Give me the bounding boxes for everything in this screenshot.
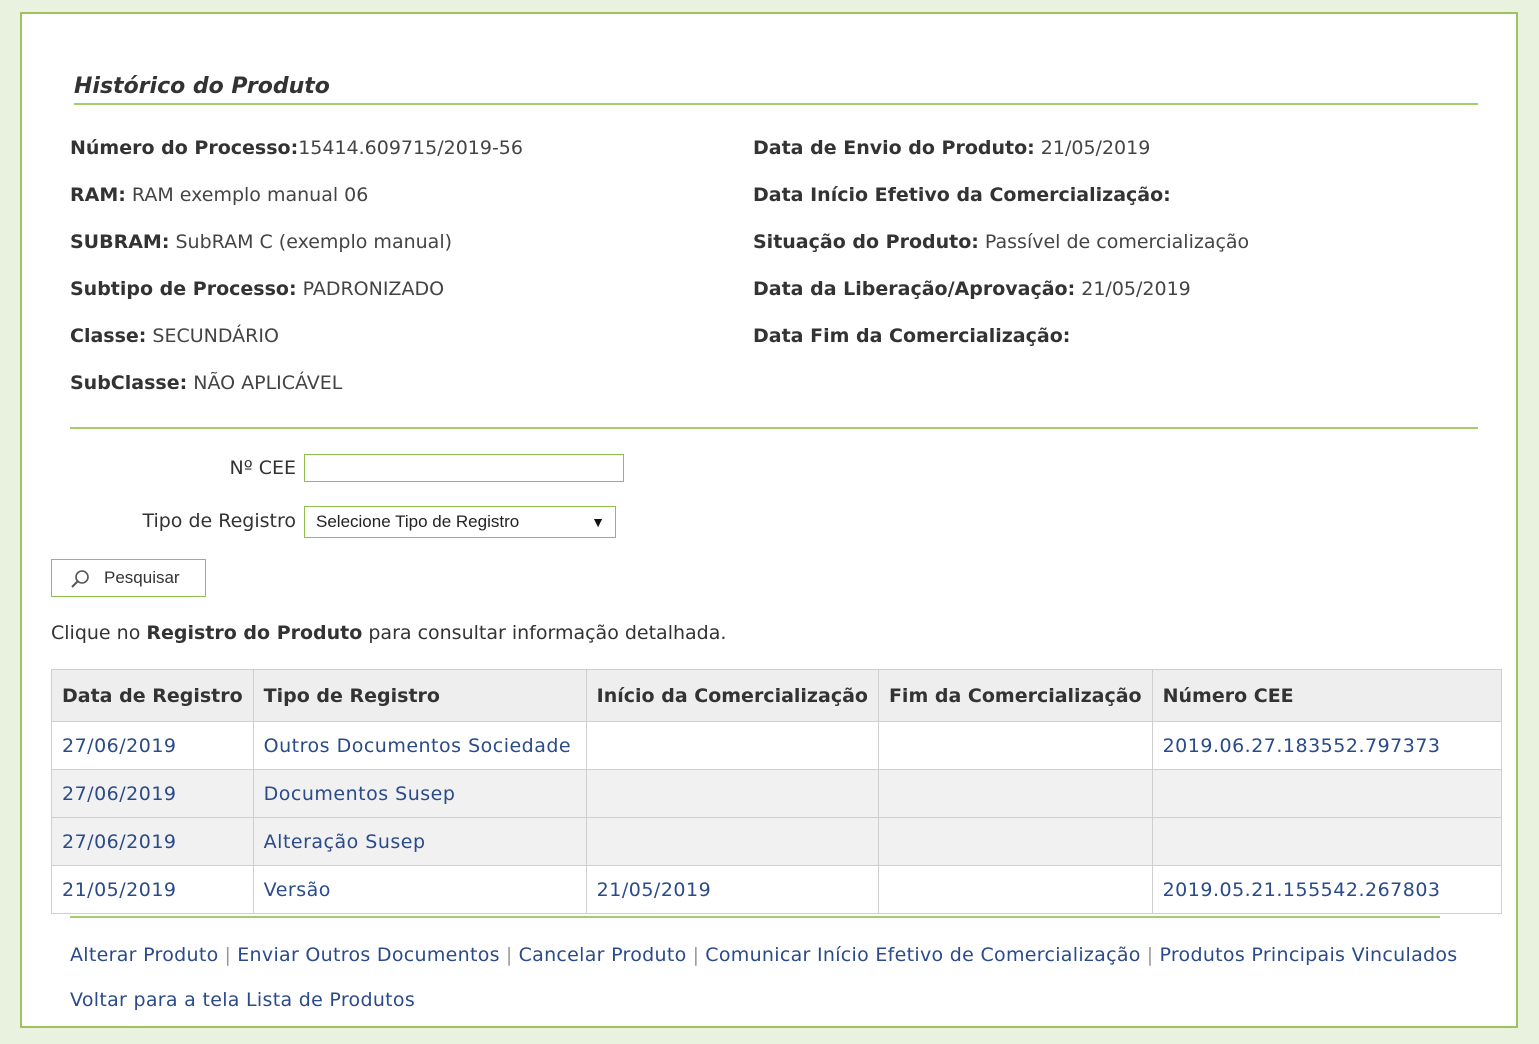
cell-data-registro[interactable]: 27/06/2019 xyxy=(51,817,254,866)
cell-data-registro[interactable]: 27/06/2019 xyxy=(51,721,254,770)
cell-inicio-comercializacao xyxy=(585,721,879,770)
produtos-principais-vinculados-link[interactable]: Produtos Principais Vinculados xyxy=(1159,944,1457,966)
cell-numero-cee xyxy=(1151,769,1502,818)
cell-numero-cee xyxy=(1151,817,1502,866)
search-button[interactable]: Pesquisar xyxy=(51,559,206,597)
link-separator: | xyxy=(692,944,700,966)
dropdown-arrow-icon: ▼ xyxy=(591,514,605,530)
cell-fim-comercializacao xyxy=(877,769,1153,818)
table-row[interactable]: 21/05/2019 Versão 21/05/2019 2019.05.21.… xyxy=(51,865,1502,914)
info-subram: SUBRAM: SubRAM C (exemplo manual) xyxy=(70,231,453,253)
table-divider xyxy=(70,916,1440,918)
header-inicio-comercializacao[interactable]: Início da Comercialização xyxy=(585,669,879,722)
history-table: Data de Registro Tipo de Registro Início… xyxy=(51,669,1502,914)
info-classe: Classe: SECUNDÁRIO xyxy=(70,325,279,347)
cell-fim-comercializacao xyxy=(877,817,1153,866)
cell-numero-cee[interactable]: 2019.06.27.183552.797373 xyxy=(1151,721,1502,770)
section-divider xyxy=(70,427,1478,429)
hint-text: Clique no Registro do Produto para consu… xyxy=(51,622,727,644)
cell-tipo-registro[interactable]: Alteração Susep xyxy=(252,817,587,866)
cell-data-registro[interactable]: 21/05/2019 xyxy=(51,865,254,914)
cell-inicio-comercializacao xyxy=(585,769,879,818)
cee-input[interactable] xyxy=(304,454,624,482)
info-numero-processo: Número do Processo:15414.609715/2019-56 xyxy=(70,137,523,159)
alterar-produto-link[interactable]: Alterar Produto xyxy=(70,944,219,966)
magnifier-icon xyxy=(71,570,89,588)
section-title: Histórico do Produto xyxy=(74,74,1478,105)
tipo-registro-select[interactable]: Selecione Tipo de Registro ▼ xyxy=(304,506,616,538)
enviar-outros-documentos-link[interactable]: Enviar Outros Documentos xyxy=(237,944,500,966)
search-button-label: Pesquisar xyxy=(104,568,180,587)
tipo-registro-selected: Selecione Tipo de Registro xyxy=(316,512,520,531)
cancelar-produto-link[interactable]: Cancelar Produto xyxy=(519,944,687,966)
cell-numero-cee[interactable]: 2019.05.21.155542.267803 xyxy=(1151,865,1502,914)
cell-tipo-registro[interactable]: Outros Documentos Sociedade xyxy=(252,721,587,770)
cee-label: Nº CEE xyxy=(229,457,296,479)
link-separator: | xyxy=(505,944,513,966)
comunicar-inicio-comercializacao-link[interactable]: Comunicar Início Efetivo de Comercializa… xyxy=(705,944,1140,966)
table-row[interactable]: 27/06/2019 Documentos Susep xyxy=(51,769,1502,818)
info-data-inicio-comercializacao: Data Início Efetivo da Comercialização: xyxy=(753,184,1171,206)
link-separator: | xyxy=(224,944,232,966)
cell-fim-comercializacao xyxy=(877,865,1153,914)
info-data-liberacao: Data da Liberação/Aprovação: 21/05/2019 xyxy=(753,278,1191,300)
cell-inicio-comercializacao[interactable]: 21/05/2019 xyxy=(585,865,879,914)
table-row[interactable]: 27/06/2019 Alteração Susep xyxy=(51,817,1502,866)
info-subclasse: SubClasse: NÃO APLICÁVEL xyxy=(70,372,343,394)
cell-data-registro[interactable]: 27/06/2019 xyxy=(51,769,254,818)
cell-inicio-comercializacao xyxy=(585,817,879,866)
content-panel: Histórico do Produto Número do Processo:… xyxy=(20,12,1518,1028)
link-separator: | xyxy=(1146,944,1154,966)
table-row[interactable]: 27/06/2019 Outros Documentos Sociedade 2… xyxy=(51,721,1502,770)
header-data-registro[interactable]: Data de Registro xyxy=(51,669,254,722)
cell-tipo-registro[interactable]: Documentos Susep xyxy=(252,769,587,818)
cell-tipo-registro[interactable]: Versão xyxy=(252,865,587,914)
info-subtipo-processo: Subtipo de Processo: PADRONIZADO xyxy=(70,278,445,300)
action-links: Alterar Produto | Enviar Outros Documentos… xyxy=(70,944,1458,966)
info-left-column: Número do Processo:15414.609715/2019-56 … xyxy=(70,136,523,418)
header-fim-comercializacao[interactable]: Fim da Comercialização xyxy=(877,669,1153,722)
header-tipo-registro[interactable]: Tipo de Registro xyxy=(252,669,587,722)
info-situacao-produto: Situação do Produto: Passível de comerci… xyxy=(753,231,1250,253)
tipo-registro-label: Tipo de Registro xyxy=(142,510,296,532)
page-background: Histórico do Produto Número do Processo:… xyxy=(0,0,1539,1044)
header-numero-cee[interactable]: Número CEE xyxy=(1151,669,1502,722)
info-data-envio: Data de Envio do Produto: 21/05/2019 xyxy=(753,137,1151,159)
info-right-column: Data de Envio do Produto: 21/05/2019 Dat… xyxy=(753,136,1249,371)
cell-fim-comercializacao xyxy=(877,721,1153,770)
voltar-lista-produtos-link[interactable]: Voltar para a tela Lista de Produtos xyxy=(70,989,415,1011)
table-header-row: Data de Registro Tipo de Registro Início… xyxy=(51,669,1502,722)
info-ram: RAM: RAM exemplo manual 06 xyxy=(70,184,369,206)
info-data-fim-comercializacao: Data Fim da Comercialização: xyxy=(753,325,1071,347)
